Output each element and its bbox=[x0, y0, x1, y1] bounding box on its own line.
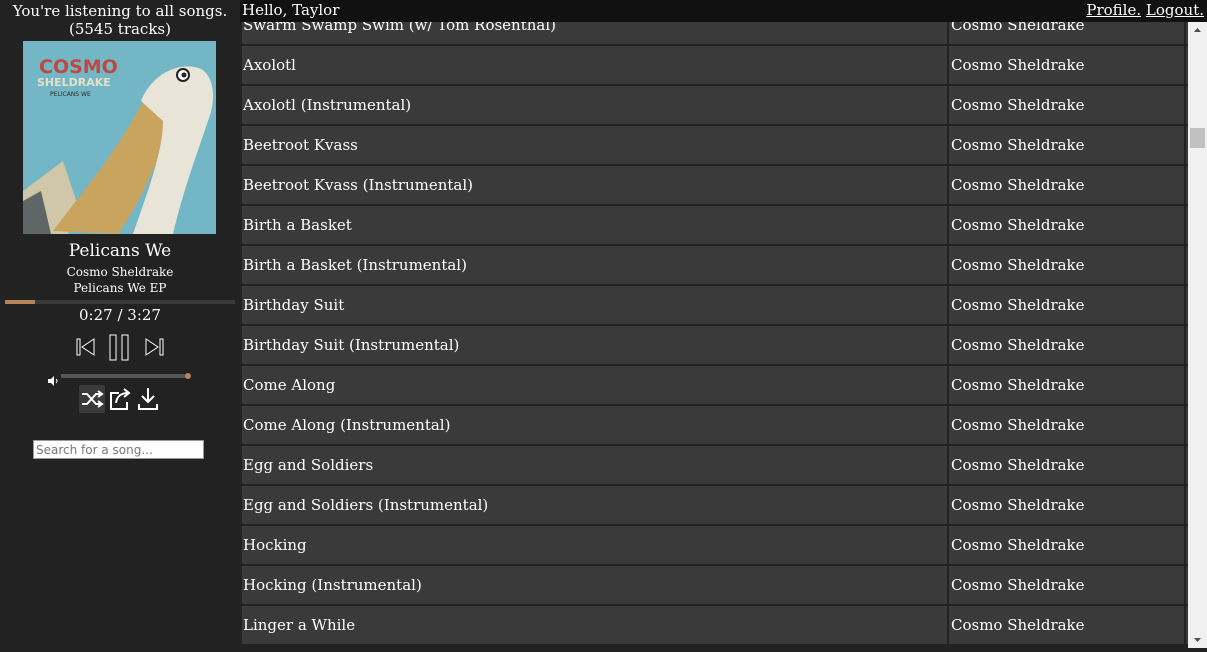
share-button[interactable] bbox=[107, 385, 133, 413]
track-artist-cell: Cosmo Sheldrake bbox=[949, 446, 1184, 484]
track-title-cell: Egg and Soldiers bbox=[242, 446, 947, 484]
track-title-cell: Birthday Suit (Instrumental) bbox=[242, 326, 947, 364]
table-row[interactable]: Birthday SuitCosmo SheldrakeThe Much Muc… bbox=[240, 285, 1188, 325]
previous-button[interactable] bbox=[73, 332, 97, 366]
scroll-thumb[interactable] bbox=[1190, 128, 1205, 148]
shuffle-button[interactable] bbox=[79, 385, 105, 413]
next-button[interactable] bbox=[143, 332, 167, 366]
track-artist-cell: Cosmo Sheldrake bbox=[949, 366, 1184, 404]
track-title-cell: Axolotl (Instrumental) bbox=[242, 86, 947, 124]
table-row[interactable]: Beetroot KvassCosmo SheldrakeThe Much Mu… bbox=[240, 125, 1188, 165]
share-icon bbox=[110, 388, 131, 410]
logout-link[interactable]: Logout. bbox=[1146, 1, 1204, 19]
volume-fill bbox=[61, 374, 188, 378]
time-readout: 0:27 / 3:27 bbox=[79, 306, 161, 324]
progress-bar[interactable] bbox=[5, 300, 235, 304]
table-row[interactable]: Egg and SoldiersCosmo SheldrakeThe Much … bbox=[240, 445, 1188, 485]
track-artist-cell: Cosmo Sheldrake bbox=[949, 86, 1184, 124]
skip-next-icon bbox=[145, 338, 164, 356]
table-row[interactable]: Hocking (Instrumental)Cosmo SheldrakeThe… bbox=[240, 565, 1188, 605]
playback-controls bbox=[70, 332, 170, 362]
track-artist-cell: Cosmo Sheldrake bbox=[949, 326, 1184, 364]
download-icon bbox=[138, 388, 158, 410]
table-row[interactable]: Birthday Suit (Instrumental) Cosmo Sheldr… bbox=[240, 325, 1188, 365]
profile-link[interactable]: Profile. bbox=[1086, 1, 1141, 19]
track-artist-cell: Cosmo Sheldrake bbox=[949, 126, 1184, 164]
table-row[interactable]: Come Along (Instrumental) Cosmo Sheldrake… bbox=[240, 405, 1188, 445]
pause-icon bbox=[109, 334, 129, 361]
table-row[interactable]: Axolotl (Instrumental)Cosmo SheldrakeThe… bbox=[240, 85, 1188, 125]
scrollbar[interactable] bbox=[1188, 22, 1207, 648]
scroll-down-button[interactable] bbox=[1188, 631, 1207, 648]
listening-status: You're listening to all songs. (5545 tra… bbox=[0, 2, 240, 38]
track-title-cell: Beetroot Kvass bbox=[242, 126, 947, 164]
track-title-cell: Come Along bbox=[242, 366, 947, 404]
action-buttons bbox=[79, 385, 164, 413]
table-row[interactable]: HockingCosmo SheldrakeThe Much Much How … bbox=[240, 525, 1188, 565]
sidebar: You're listening to all songs. (5545 tra… bbox=[0, 0, 240, 648]
track-artist-cell: Cosmo Sheldrake bbox=[949, 166, 1184, 204]
shuffle-icon bbox=[82, 390, 104, 408]
chevron-down-icon bbox=[1194, 638, 1201, 642]
track-artist-cell: Cosmo Sheldrake bbox=[949, 206, 1184, 244]
cover-word-1: COSMO bbox=[39, 56, 118, 78]
listening-line: You're listening to all songs. bbox=[12, 2, 228, 20]
volume-handle[interactable] bbox=[185, 373, 191, 379]
table-row[interactable]: Birth a Basket (Instrumental) Cosmo Sheld… bbox=[240, 245, 1188, 285]
track-title-cell: Birth a Basket bbox=[242, 206, 947, 244]
cover-word-2: SHELDRAKE bbox=[37, 76, 111, 89]
now-playing-title: Pelicans We bbox=[68, 241, 172, 261]
album-cover: COSMO SHELDRAKE PELICANS WE bbox=[23, 41, 216, 234]
track-title-cell: Egg and Soldiers (Instrumental) bbox=[242, 486, 947, 524]
track-artist-cell: Cosmo Sheldrake bbox=[949, 566, 1184, 604]
track-title-cell: Birthday Suit bbox=[242, 286, 947, 324]
download-button[interactable] bbox=[135, 385, 161, 413]
track-artist-cell: Cosmo Sheldrake bbox=[949, 46, 1184, 84]
account-links: Profile. Logout. bbox=[1086, 1, 1204, 19]
table-row[interactable]: Beetroot Kvass (Instrumental) Cosmo Sheld… bbox=[240, 165, 1188, 205]
track-title-cell: Axolotl bbox=[242, 46, 947, 84]
now-playing-album: Pelicans We EP bbox=[73, 281, 167, 295]
volume-slider[interactable] bbox=[61, 373, 191, 379]
track-artist-cell: Cosmo Sheldrake bbox=[949, 526, 1184, 564]
table-row[interactable]: AxolotlCosmo SheldrakeThe Much Much How … bbox=[240, 45, 1188, 85]
table-row[interactable]: Birth a BasketCosmo SheldrakeThe Much Mu… bbox=[240, 205, 1188, 245]
track-artist-cell: Cosmo Sheldrake bbox=[949, 286, 1184, 324]
table-row[interactable]: Come AlongCosmo SheldrakeThe Much Much H… bbox=[240, 365, 1188, 405]
track-title-cell: Birth a Basket (Instrumental) bbox=[242, 246, 947, 284]
table-row[interactable]: Egg and Soldiers (Instrumental) Cosmo She… bbox=[240, 485, 1188, 525]
pause-button[interactable] bbox=[107, 332, 133, 366]
now-playing-artist: Cosmo Sheldrake bbox=[66, 265, 174, 279]
track-title-cell: Hocking bbox=[242, 526, 947, 564]
track-table: Swarm Swamp Swim (w/ Tom Rosenthal) Cosmo… bbox=[240, 5, 1188, 645]
track-title-cell: Come Along (Instrumental) bbox=[242, 406, 947, 444]
album-cover-art: COSMO SHELDRAKE PELICANS WE bbox=[23, 41, 216, 234]
track-title-cell: Linger a While bbox=[242, 606, 947, 644]
progress-fill bbox=[5, 300, 35, 304]
cover-word-3: PELICANS WE bbox=[50, 91, 91, 98]
greeting: Hello, Taylor bbox=[242, 1, 340, 19]
track-list: Swarm Swamp Swim (w/ Tom Rosenthal) Cosmo… bbox=[240, 0, 1188, 648]
skip-previous-icon bbox=[76, 338, 95, 356]
track-count: (5545 tracks) bbox=[69, 20, 171, 38]
volume-icon[interactable] bbox=[47, 371, 59, 390]
top-bar: Hello, Taylor Profile. Logout. bbox=[240, 0, 1207, 22]
track-title-cell: Hocking (Instrumental) bbox=[242, 566, 947, 604]
track-artist-cell: Cosmo Sheldrake bbox=[949, 246, 1184, 284]
track-artist-cell: Cosmo Sheldrake bbox=[949, 406, 1184, 444]
track-artist-cell: Cosmo Sheldrake bbox=[949, 606, 1184, 644]
table-row[interactable]: Linger a WhileCosmo SheldrakeThe Much Mu… bbox=[240, 605, 1188, 645]
track-artist-cell: Cosmo Sheldrake bbox=[949, 486, 1184, 524]
search-input[interactable] bbox=[33, 440, 204, 459]
track-title-cell: Beetroot Kvass (Instrumental) bbox=[242, 166, 947, 204]
scroll-up-button[interactable] bbox=[1188, 22, 1207, 39]
chevron-up-icon bbox=[1194, 28, 1201, 32]
